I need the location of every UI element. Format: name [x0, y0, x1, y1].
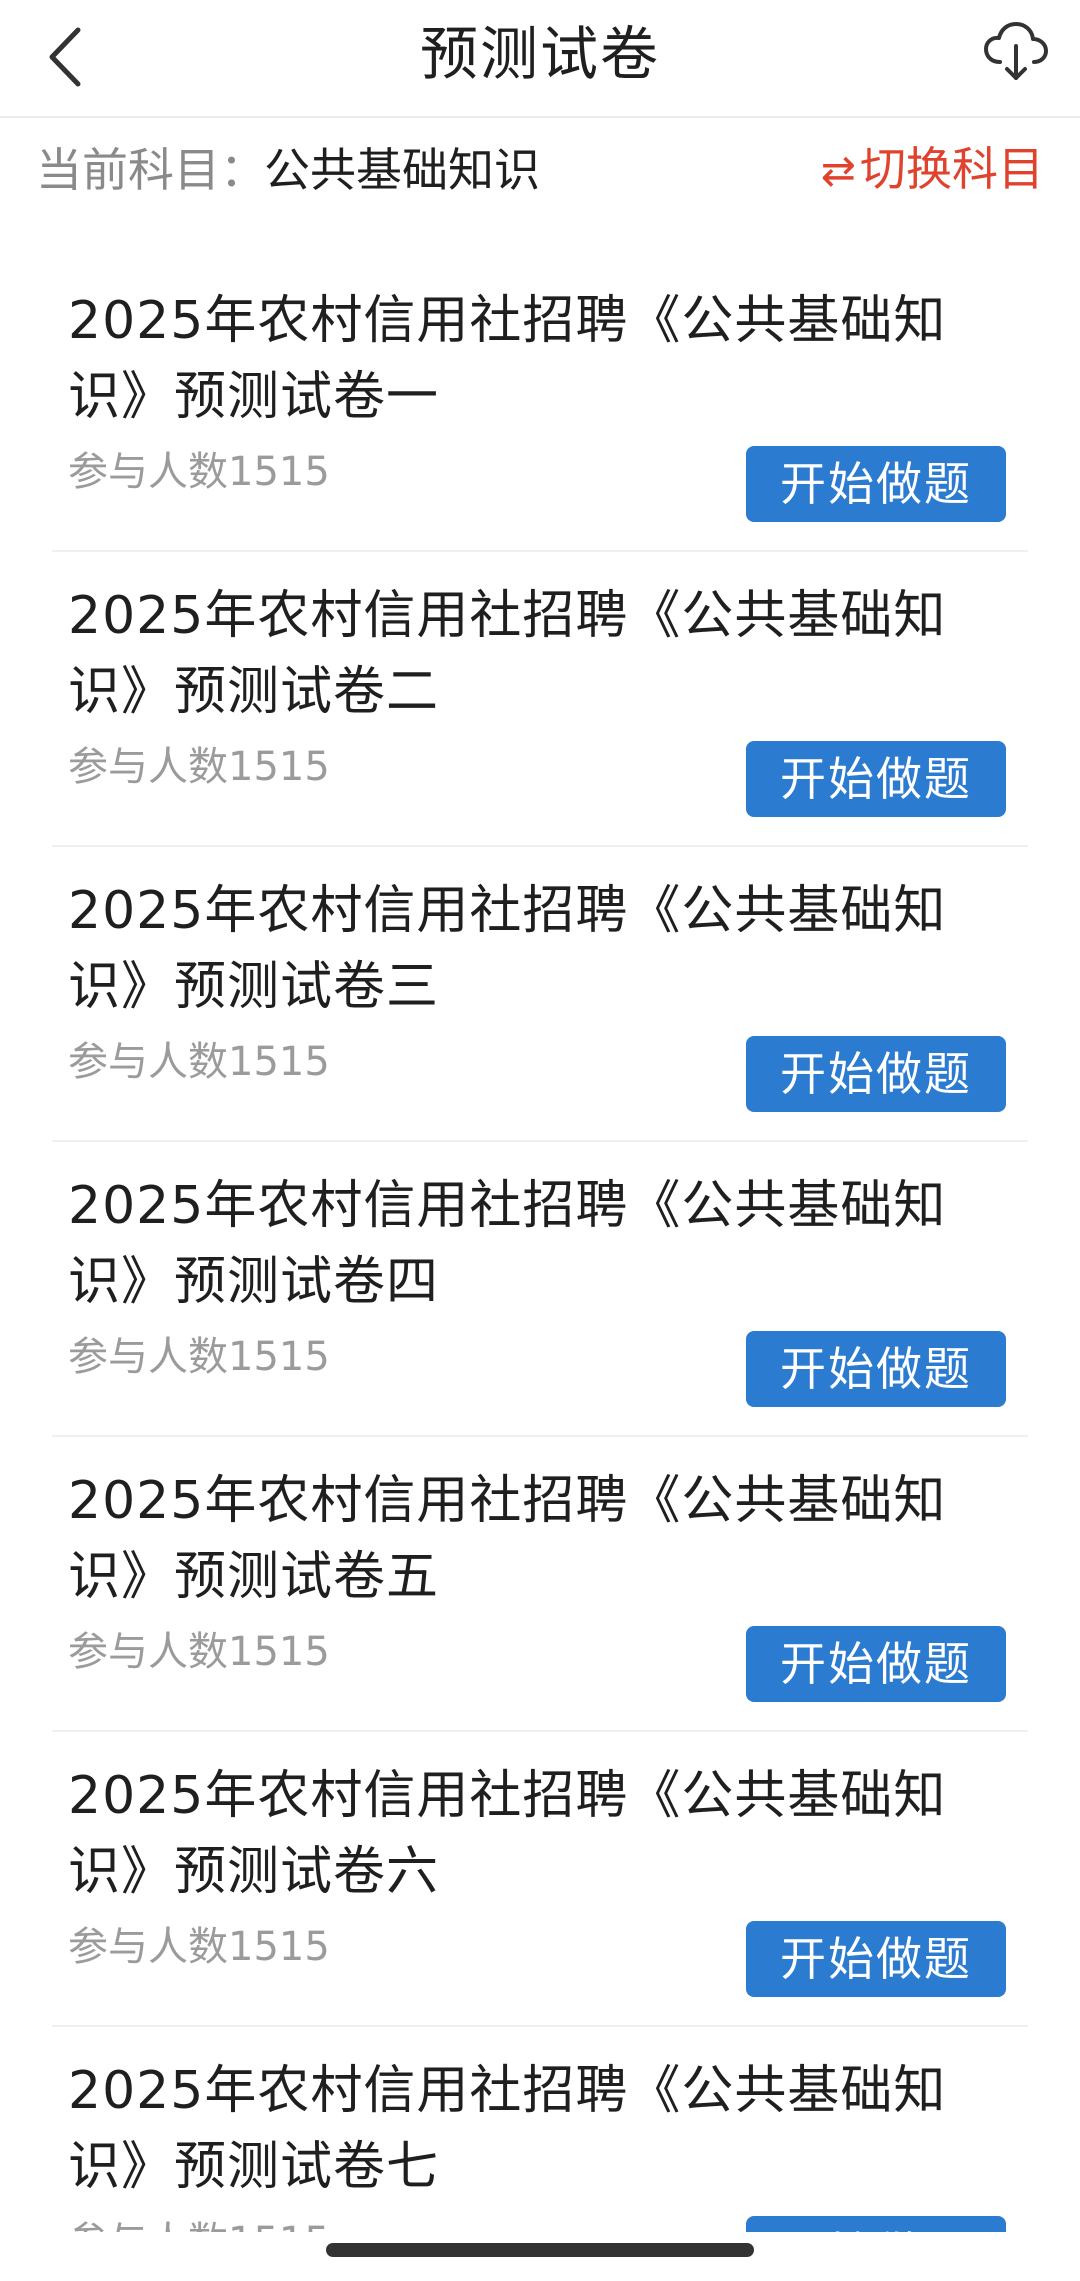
paper-title: 2025年农村信用社招聘《公共基础知识》预测试卷五: [68, 1471, 947, 1607]
paper-list: 2025年农村信用社招聘《公共基础知识》预测试卷一 参与人数1515 开始做题 …: [0, 257, 1080, 2281]
screen: 预测试卷 当前科目： 公共基础知识 ⇄切换科目 2025年农村信用社招聘《公共基…: [0, 0, 1080, 2281]
participant-count: 参与人数1515: [68, 449, 330, 495]
start-quiz-button[interactable]: 开始做题: [746, 1036, 1006, 1112]
switch-subject-button[interactable]: ⇄切换科目: [821, 140, 1044, 200]
start-quiz-button[interactable]: 开始做题: [746, 1331, 1006, 1407]
paper-item[interactable]: 2025年农村信用社招聘《公共基础知识》预测试卷五 参与人数1515 开始做题: [52, 1437, 1028, 1732]
paper-item[interactable]: 2025年农村信用社招聘《公共基础知识》预测试卷二 参与人数1515 开始做题: [52, 552, 1028, 847]
start-quiz-button[interactable]: 开始做题: [746, 741, 1006, 817]
start-quiz-button[interactable]: 开始做题: [746, 446, 1006, 522]
paper-item[interactable]: 2025年农村信用社招聘《公共基础知识》预测试卷三 参与人数1515 开始做题: [52, 847, 1028, 1142]
nav-bar: 预测试卷: [0, 0, 1080, 118]
paper-item[interactable]: 2025年农村信用社招聘《公共基础知识》预测试卷六 参与人数1515 开始做题: [52, 1732, 1028, 2027]
swap-arrows-icon: ⇄: [820, 146, 856, 195]
subject-bar: 当前科目： 公共基础知识 ⇄切换科目: [0, 118, 1080, 222]
switch-subject-label: 切换科目: [860, 142, 1044, 196]
page-title: 预测试卷: [419, 20, 660, 88]
paper-title: 2025年农村信用社招聘《公共基础知识》预测试卷四: [68, 1176, 947, 1312]
start-quiz-button[interactable]: 开始做题: [746, 1626, 1006, 1702]
participant-count: 参与人数1515: [68, 744, 330, 790]
paper-title: 2025年农村信用社招聘《公共基础知识》预测试卷六: [68, 1766, 947, 1902]
participant-count: 参与人数1515: [68, 1334, 330, 1380]
participant-count: 参与人数1515: [68, 1629, 330, 1675]
paper-title: 2025年农村信用社招聘《公共基础知识》预测试卷三: [68, 881, 947, 1017]
paper-title: 2025年农村信用社招聘《公共基础知识》预测试卷二: [68, 586, 947, 722]
paper-item[interactable]: 2025年农村信用社招聘《公共基础知识》预测试卷一 参与人数1515 开始做题: [52, 257, 1028, 552]
paper-title: 2025年农村信用社招聘《公共基础知识》预测试卷七: [68, 2061, 947, 2197]
paper-item[interactable]: 2025年农村信用社招聘《公共基础知识》预测试卷四 参与人数1515 开始做题: [52, 1142, 1028, 1437]
participant-count: 参与人数1515: [68, 1039, 330, 1085]
home-indicator[interactable]: [326, 2243, 754, 2257]
paper-title: 2025年农村信用社招聘《公共基础知识》预测试卷一: [68, 291, 947, 427]
participant-count: 参与人数1515: [68, 1924, 330, 1970]
current-subject-value: 公共基础知识: [264, 143, 540, 197]
start-quiz-button[interactable]: 开始做题: [746, 1921, 1006, 1997]
current-subject-label: 当前科目：: [36, 143, 266, 197]
cloud-download-icon[interactable]: [982, 18, 1050, 86]
